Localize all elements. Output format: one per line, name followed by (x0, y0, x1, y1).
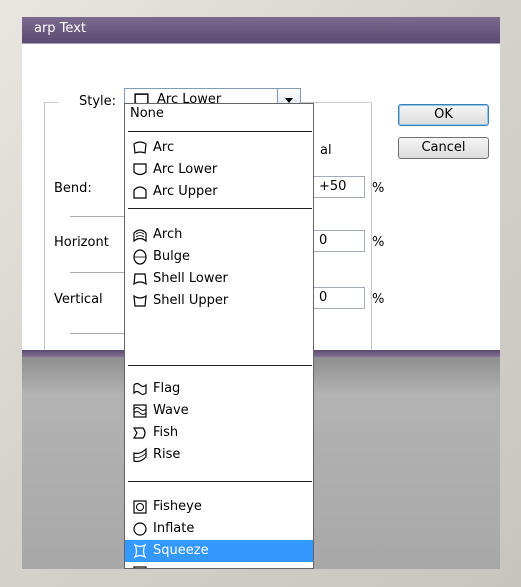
dropdown-item-squeeze[interactable]: Squeeze (125, 540, 313, 562)
vertical-percent: % (372, 292, 385, 307)
arc-icon (133, 141, 147, 154)
screenshot-area: arp Text Style: Arc Lower OK Cancel ( al… (22, 17, 500, 569)
horizontal-percent: % (372, 235, 385, 250)
dropdown-item-label: Flag (153, 381, 181, 396)
dropdown-item-label: Rise (153, 447, 181, 462)
fisheye-icon (133, 500, 147, 514)
dropdown-item-label: Bulge (153, 249, 191, 264)
dropdown-item-label: Arch (153, 227, 183, 242)
dropdown-item-rise[interactable]: Rise (125, 444, 313, 466)
vertical-label: Vertical (54, 292, 103, 307)
dropdown-item-shell-upper[interactable]: Shell Upper (125, 290, 313, 312)
arch-icon (133, 229, 147, 243)
dropdown-item-inflate[interactable]: Inflate (125, 518, 313, 540)
horizontal-label: Horizont (54, 235, 109, 250)
dropdown-item-label: Arc Upper (153, 184, 218, 199)
dropdown-item-label: Arc (153, 140, 175, 155)
squeeze-icon (133, 543, 147, 559)
style-dropdown-list[interactable]: None Arc Arc Lower Arc Upper Arch Bulge … (124, 103, 314, 569)
dropdown-item-bulge[interactable]: Bulge (125, 246, 313, 268)
shell-lower-icon (133, 273, 147, 286)
rise-icon (133, 447, 147, 463)
wave-icon (133, 404, 147, 418)
dropdown-separator (128, 208, 312, 209)
dropdown-separator (128, 481, 312, 482)
dropdown-item-label: Squeeze (153, 543, 209, 558)
fish-icon (132, 427, 146, 439)
ok-button[interactable]: OK (398, 104, 489, 126)
bulge-icon (133, 249, 147, 265)
dropdown-item-label: Shell Lower (153, 271, 228, 286)
dropdown-item-wave[interactable]: Wave (125, 400, 313, 422)
dropdown-item-arc-lower[interactable]: Arc Lower (125, 159, 313, 181)
dropdown-item-fish[interactable]: Fish (125, 422, 313, 444)
bend-percent: % (372, 181, 385, 196)
dropdown-item-partial[interactable] (125, 562, 313, 568)
dropdown-item-label: Shell Upper (153, 293, 229, 308)
dropdown-item-shell-lower[interactable]: Shell Lower (125, 268, 313, 290)
dropdown-item-fisheye[interactable]: Fisheye (125, 496, 313, 518)
dropdown-item-label: Fish (153, 425, 179, 440)
flag-icon (133, 382, 147, 396)
twist-icon (133, 566, 147, 568)
dropdown-separator (128, 131, 312, 132)
orientation-radio-label-fragment: al (320, 143, 332, 158)
dropdown-item-arch[interactable]: Arch (125, 224, 313, 246)
dialog-title: arp Text (34, 21, 86, 36)
dropdown-item-arc[interactable]: Arc (125, 137, 313, 159)
dropdown-item-label: Wave (153, 403, 189, 418)
dialog-title-bar: arp Text (22, 17, 500, 43)
group-border-left (44, 102, 58, 103)
dropdown-item-label: Inflate (153, 521, 195, 536)
shell-upper-icon (133, 294, 147, 307)
dropdown-separator (128, 365, 312, 366)
dropdown-item-flag[interactable]: Flag (125, 378, 313, 400)
dropdown-item-none[interactable]: None (130, 106, 164, 121)
cancel-button[interactable]: Cancel (398, 137, 489, 159)
dropdown-item-label: Fisheye (153, 499, 202, 514)
bend-label: Bend: (54, 181, 92, 196)
photo-frame: arp Text Style: Arc Lower OK Cancel ( al… (0, 0, 521, 587)
inflate-icon (133, 522, 147, 536)
dropdown-item-arc-upper[interactable]: Arc Upper (125, 181, 313, 203)
dropdown-item-label: Arc Lower (153, 162, 218, 177)
style-label: Style: (79, 94, 117, 109)
arc-upper-icon (133, 186, 147, 199)
arc-lower-icon (133, 163, 147, 176)
